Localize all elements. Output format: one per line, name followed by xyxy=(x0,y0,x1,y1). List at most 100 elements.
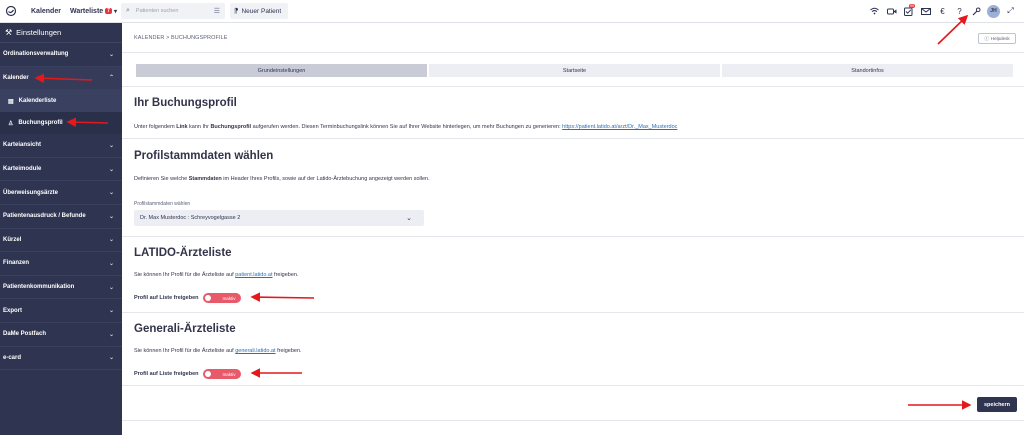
nav-warteliste[interactable]: Warteliste 7 ▾ xyxy=(70,8,117,15)
sidebar-item-label: Karteimodule xyxy=(3,166,42,173)
breadcrumb: KALENDER > BUCHUNGSPROFILE xyxy=(134,35,228,41)
sidebar-header: ⚒ Einstellungen xyxy=(0,23,122,43)
euro-icon[interactable]: € xyxy=(935,3,950,19)
sidebar-item-patientenausdruck[interactable]: Patientenausdruck / Befunde ⌄ xyxy=(0,205,122,229)
divider xyxy=(122,138,1024,139)
chevron-down-icon: ⌄ xyxy=(108,355,114,362)
video-icon[interactable] xyxy=(884,3,899,19)
latido-toggle-label: Profil auf Liste freigeben xyxy=(134,295,199,301)
sidebar-subitem-label: Kalenderliste xyxy=(18,98,57,105)
latido-description: Sie können Ihr Profil für die Ärzteliste… xyxy=(134,272,299,278)
chevron-down-icon: ⌄ xyxy=(108,51,114,58)
wifi-icon[interactable] xyxy=(867,3,882,19)
sidebar-item-label: Patientenausdruck / Befunde xyxy=(3,213,86,220)
sidebar-item-karteiansicht[interactable]: Karteiansicht ⌄ xyxy=(0,134,122,158)
sidebar-item-label: e-card xyxy=(3,354,22,361)
generali-toggle-row: Profil auf Liste freigeben Inaktiv xyxy=(134,369,242,379)
chevron-down-icon: ⌄ xyxy=(108,284,114,291)
generali-toggle[interactable]: Inaktiv xyxy=(203,369,242,379)
avatar: JH xyxy=(987,4,1000,18)
search-icon: ⌕ xyxy=(126,7,130,14)
section-title-generali: Generali-Ärzteliste xyxy=(134,323,236,335)
divider xyxy=(122,385,1024,386)
sidebar-item-ueberweisungsaerzte[interactable]: Überweisungsärzte ⌄ xyxy=(0,181,122,205)
toolbar-icons: 99 € ? JH ⤢ xyxy=(867,3,1018,19)
latido-link[interactable]: patient.latido.at xyxy=(235,272,272,278)
chevron-down-icon: ⌄ xyxy=(108,331,114,338)
mail-icon[interactable] xyxy=(918,3,933,19)
sidebar-item-label: Patientenkommunikation xyxy=(3,284,75,291)
stammdaten-select-value: Dr. Max Musterdoc : Schreyvogelgasse 2 xyxy=(140,215,241,221)
latido-toggle[interactable]: Inaktiv xyxy=(203,293,242,303)
toggle-state-label: Inaktiv xyxy=(222,295,236,301)
toggle-state-label: Inaktiv xyxy=(222,371,236,377)
sidebar-item-finanzen[interactable]: Finanzen ⌄ xyxy=(0,252,122,276)
toggle-knob xyxy=(205,371,212,377)
divider xyxy=(122,236,1024,237)
chevron-down-icon: ⌄ xyxy=(108,142,114,149)
sidebar-item-label: Export xyxy=(3,307,23,314)
sidebar: ⚒ Einstellungen Ordinationsverwaltung ⌄ … xyxy=(0,23,122,435)
helpdesk-button[interactable]: ⓘ Helpdesk xyxy=(978,33,1016,44)
sidebar-item-label: Karteiansicht xyxy=(3,142,42,149)
sidebar-subitem-kalenderliste[interactable]: ▤ Kalenderliste xyxy=(0,90,122,113)
sidebar-item-label: Kürzel xyxy=(3,236,22,243)
user-icon: ♙ xyxy=(8,120,14,127)
user-avatar-button[interactable]: JH xyxy=(986,3,1001,19)
wrench-icon: ⚒ xyxy=(5,28,13,37)
new-patient-label: Neuer Patient xyxy=(241,7,282,15)
section-title-latido: LATIDO-Ärzteliste xyxy=(134,247,232,259)
sidebar-item-export[interactable]: Export ⌄ xyxy=(0,299,122,323)
logo-icon[interactable] xyxy=(0,5,22,17)
nav-kalender-label: Kalender xyxy=(31,7,61,15)
section-title-buchungsprofil: Ihr Buchungsprofil xyxy=(134,97,237,109)
tab-grundeinstellungen[interactable]: Grundeinstellungen xyxy=(136,64,427,77)
sidebar-item-label: Ordinationsverwaltung xyxy=(3,51,69,58)
divider xyxy=(122,52,1024,53)
sidebar-item-ecard[interactable]: e-card ⌄ xyxy=(0,347,122,371)
chevron-down-icon: ⌄ xyxy=(108,308,114,315)
search-input[interactable]: Patienten suchen xyxy=(136,8,214,14)
sidebar-subitem-label: Buchungsprofil xyxy=(18,120,63,127)
chevron-down-icon: ⌄ xyxy=(406,215,412,222)
waitlist-badge: 7 xyxy=(105,8,112,14)
sidebar-item-label: Kalender xyxy=(3,74,29,81)
notification-badge: 99 xyxy=(909,4,915,8)
divider xyxy=(122,86,1024,87)
stammdaten-select[interactable]: Dr. Max Musterdoc : Schreyvogelgasse 2 ⌄ xyxy=(134,210,424,226)
sidebar-item-kuerzel[interactable]: Kürzel ⌄ xyxy=(0,229,122,253)
new-patient-button[interactable]: ⁋ Neuer Patient xyxy=(230,3,288,19)
tab-standortinfos[interactable]: Standortinfos xyxy=(722,64,1013,77)
generali-link[interactable]: generali.latido.at xyxy=(235,348,275,354)
helpdesk-label: Helpdesk xyxy=(990,36,1010,41)
stammdaten-description: Definieren Sie welche Stammdaten im Head… xyxy=(134,176,430,182)
info-icon: ⓘ xyxy=(984,35,989,41)
calendar-list-icon: ▤ xyxy=(8,98,14,105)
sidebar-title: Einstellungen xyxy=(16,28,62,37)
profile-description: Unter folgendem Link kann Ihr Buchungspr… xyxy=(134,124,678,130)
toggle-knob xyxy=(205,295,212,301)
chevron-down-icon: ⌄ xyxy=(108,213,114,220)
settings-wrench-icon[interactable] xyxy=(969,3,984,19)
save-button[interactable]: speichern xyxy=(977,397,1017,412)
latido-toggle-row: Profil auf Liste freigeben Inaktiv xyxy=(134,293,242,303)
tab-startseite[interactable]: Startseite xyxy=(429,64,720,77)
sidebar-item-patientenkommunikation[interactable]: Patientenkommunikation ⌄ xyxy=(0,276,122,300)
nav-kalender[interactable]: Kalender xyxy=(31,8,61,15)
sidebar-item-label: DaMe Postfach xyxy=(3,331,47,338)
booking-profile-link[interactable]: https://patient.latido.at/arzt/Dr._Max_M… xyxy=(562,124,677,130)
sidebar-subitem-buchungsprofil[interactable]: ♙ Buchungsprofil xyxy=(0,112,122,135)
sidebar-item-dame-postfach[interactable]: DaMe Postfach ⌄ xyxy=(0,323,122,347)
chevron-down-icon: ⌄ xyxy=(108,260,114,267)
list-icon[interactable]: ☰ xyxy=(214,7,220,15)
tasks-icon[interactable]: 99 xyxy=(901,3,916,19)
sidebar-item-karteimodule[interactable]: Karteimodule ⌄ xyxy=(0,158,122,182)
section-title-stammdaten: Profilstammdaten wählen xyxy=(134,150,274,162)
help-icon[interactable]: ? xyxy=(952,3,967,19)
sidebar-item-kalender[interactable]: Kalender ⌃ xyxy=(0,66,122,91)
search-box[interactable]: ⌕ Patienten suchen ☰ xyxy=(121,3,225,19)
chevron-down-icon: ⌄ xyxy=(108,190,114,197)
expand-icon[interactable]: ⤢ xyxy=(1003,3,1018,19)
sidebar-item-ordinationsverwaltung[interactable]: Ordinationsverwaltung ⌄ xyxy=(0,43,122,67)
main-content: KALENDER > BUCHUNGSPROFILE ⓘ Helpdesk Gr… xyxy=(122,23,1024,435)
